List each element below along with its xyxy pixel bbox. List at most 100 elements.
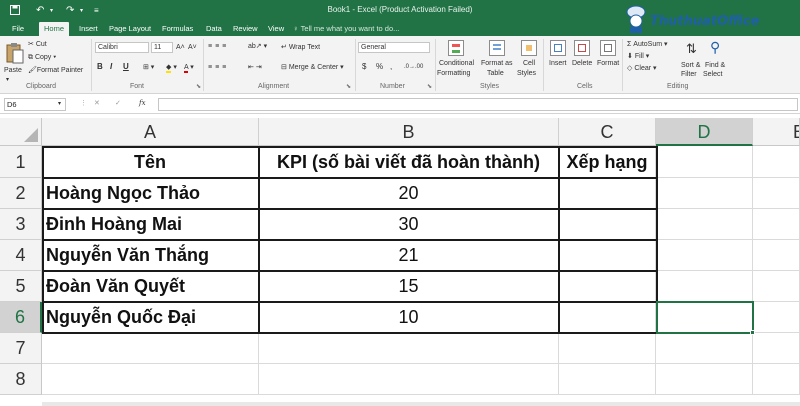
cell-c8[interactable] <box>559 364 656 395</box>
delete-cells-button[interactable]: Delete <box>572 59 592 68</box>
increase-decimal-icon[interactable]: .0→.00 <box>404 63 423 72</box>
column-header-e[interactable]: E <box>753 118 800 146</box>
tab-data[interactable]: Data <box>206 22 222 36</box>
cell-b8[interactable] <box>259 364 559 395</box>
indent-icons[interactable]: ⇤⇥ <box>248 63 264 72</box>
conditional-formatting-icon[interactable] <box>448 40 464 56</box>
clear-button[interactable]: ◇ Clear ▾ <box>627 64 657 73</box>
borders-icon[interactable]: ⊞ ▾ <box>143 63 154 72</box>
cell-styles-label-2[interactable]: Styles <box>517 69 536 78</box>
find-select-icon[interactable]: ⚲ <box>710 40 720 55</box>
insert-cells-icon[interactable] <box>550 40 566 56</box>
number-format-combo[interactable]: General <box>358 42 430 53</box>
tab-page-layout[interactable]: Page Layout <box>109 22 151 36</box>
increase-font-icon[interactable]: A˄ <box>176 43 185 52</box>
formula-input[interactable] <box>158 98 798 111</box>
tab-file[interactable]: File <box>12 22 24 36</box>
column-header-a[interactable]: A <box>42 118 259 146</box>
tab-view[interactable]: View <box>268 22 284 36</box>
cell-b1[interactable]: KPI (số bài viết đã hoàn thành) <box>259 146 559 178</box>
cell-d6[interactable] <box>656 302 753 333</box>
row-header-5[interactable]: 5 <box>0 271 42 302</box>
decrease-font-icon[interactable]: A˅ <box>188 43 197 52</box>
horizontal-scrollbar[interactable] <box>42 402 800 406</box>
cell-d3[interactable] <box>656 209 753 240</box>
font-size-combo[interactable]: 11 <box>151 42 173 53</box>
cell-b4[interactable]: 21 <box>259 240 559 271</box>
percent-button[interactable]: % <box>376 62 383 72</box>
paste-icon[interactable] <box>6 42 24 64</box>
fill-color-icon[interactable]: ◆ ▾ <box>166 63 177 73</box>
cancel-icon[interactable]: ✕ <box>94 99 100 108</box>
select-all-corner[interactable] <box>0 118 42 146</box>
cell-c5[interactable] <box>559 271 656 302</box>
row-header-3[interactable]: 3 <box>0 209 42 240</box>
cell-d1[interactable] <box>656 146 753 178</box>
alignment-dialog-launcher-icon[interactable]: ⬊ <box>346 83 351 92</box>
vertical-align-icons[interactable]: ≡≡≡ <box>208 42 229 51</box>
cell-e1[interactable] <box>753 146 800 178</box>
cell-d4[interactable] <box>656 240 753 271</box>
sort-filter-label-1[interactable]: Sort & <box>681 61 700 70</box>
font-name-combo[interactable]: Calibri <box>95 42 149 53</box>
font-color-icon[interactable]: A ▾ <box>184 63 194 73</box>
cell-c1[interactable]: Xếp hạng <box>559 146 656 178</box>
autosum-button[interactable]: Σ AutoSum ▾ <box>627 40 668 49</box>
number-dialog-launcher-icon[interactable]: ⬊ <box>427 83 432 92</box>
orientation-icon[interactable]: ab↗ ▾ <box>248 42 267 51</box>
tab-formulas[interactable]: Formulas <box>162 22 193 36</box>
name-box-dropdown-icon[interactable]: ▾ <box>58 100 61 109</box>
column-header-d[interactable]: D <box>656 118 753 146</box>
format-as-table-label-1[interactable]: Format as <box>481 59 513 68</box>
cell-c6[interactable] <box>559 302 656 333</box>
cell-d8[interactable] <box>656 364 753 395</box>
cell-b3[interactable]: 30 <box>259 209 559 240</box>
sort-filter-icon[interactable]: ⇅ <box>686 42 697 56</box>
cell-e3[interactable] <box>753 209 800 240</box>
tell-me-search[interactable]: ♀ Tell me what you want to do... <box>293 22 399 36</box>
cell-styles-label-1[interactable]: Cell <box>523 59 535 68</box>
cell-e6[interactable] <box>753 302 800 333</box>
cell-c7[interactable] <box>559 333 656 364</box>
currency-button[interactable]: $ <box>362 62 366 72</box>
cell-a5[interactable]: Đoàn Văn Quyết <box>42 271 259 302</box>
insert-cells-button[interactable]: Insert <box>549 59 567 68</box>
cell-a6[interactable]: Nguyễn Quốc Đại <box>42 302 259 333</box>
copy-button[interactable]: ⧉ Copy ▾ <box>28 53 56 62</box>
conditional-formatting-label-1[interactable]: Conditional <box>439 59 474 68</box>
cell-a3[interactable]: Đinh Hoàng Mai <box>42 209 259 240</box>
font-dialog-launcher-icon[interactable]: ⬊ <box>196 83 201 92</box>
column-header-c[interactable]: C <box>559 118 656 146</box>
cell-d5[interactable] <box>656 271 753 302</box>
cell-b7[interactable] <box>259 333 559 364</box>
row-header-6[interactable]: 6 <box>0 302 42 333</box>
merge-center-button[interactable]: ⊟ Merge & Center ▾ <box>281 63 344 72</box>
bold-button[interactable]: B <box>97 62 103 72</box>
cell-a4[interactable]: Nguyễn Văn Thắng <box>42 240 259 271</box>
cell-c4[interactable] <box>559 240 656 271</box>
cell-e7[interactable] <box>753 333 800 364</box>
enter-icon[interactable]: ✓ <box>115 99 121 108</box>
name-box[interactable]: D6 <box>4 98 66 111</box>
underline-button[interactable]: U <box>123 62 129 72</box>
paste-button[interactable]: Paste <box>4 66 22 75</box>
cell-b6[interactable]: 10 <box>259 302 559 333</box>
row-header-4[interactable]: 4 <box>0 240 42 271</box>
find-select-label-2[interactable]: Select <box>703 70 722 79</box>
row-header-1[interactable]: 1 <box>0 146 42 178</box>
row-header-8[interactable]: 8 <box>0 364 42 395</box>
sort-filter-label-2[interactable]: Filter <box>681 70 697 79</box>
cell-c3[interactable] <box>559 209 656 240</box>
find-select-label-1[interactable]: Find & <box>705 61 725 70</box>
italic-button[interactable]: I <box>110 62 112 72</box>
cell-b2[interactable]: 20 <box>259 178 559 209</box>
tab-insert[interactable]: Insert <box>79 22 98 36</box>
fill-button[interactable]: ⬇ Fill ▾ <box>627 52 649 61</box>
column-header-b[interactable]: B <box>259 118 559 146</box>
cell-a1[interactable]: Tên <box>42 146 259 178</box>
wrap-text-button[interactable]: ↵ Wrap Text <box>281 43 320 52</box>
cell-a2[interactable]: Hoàng Ngọc Thảo <box>42 178 259 209</box>
cut-button[interactable]: ✂ Cut <box>28 40 47 49</box>
paste-dropdown-icon[interactable]: ▾ <box>6 76 9 85</box>
cell-styles-icon[interactable] <box>521 40 537 56</box>
